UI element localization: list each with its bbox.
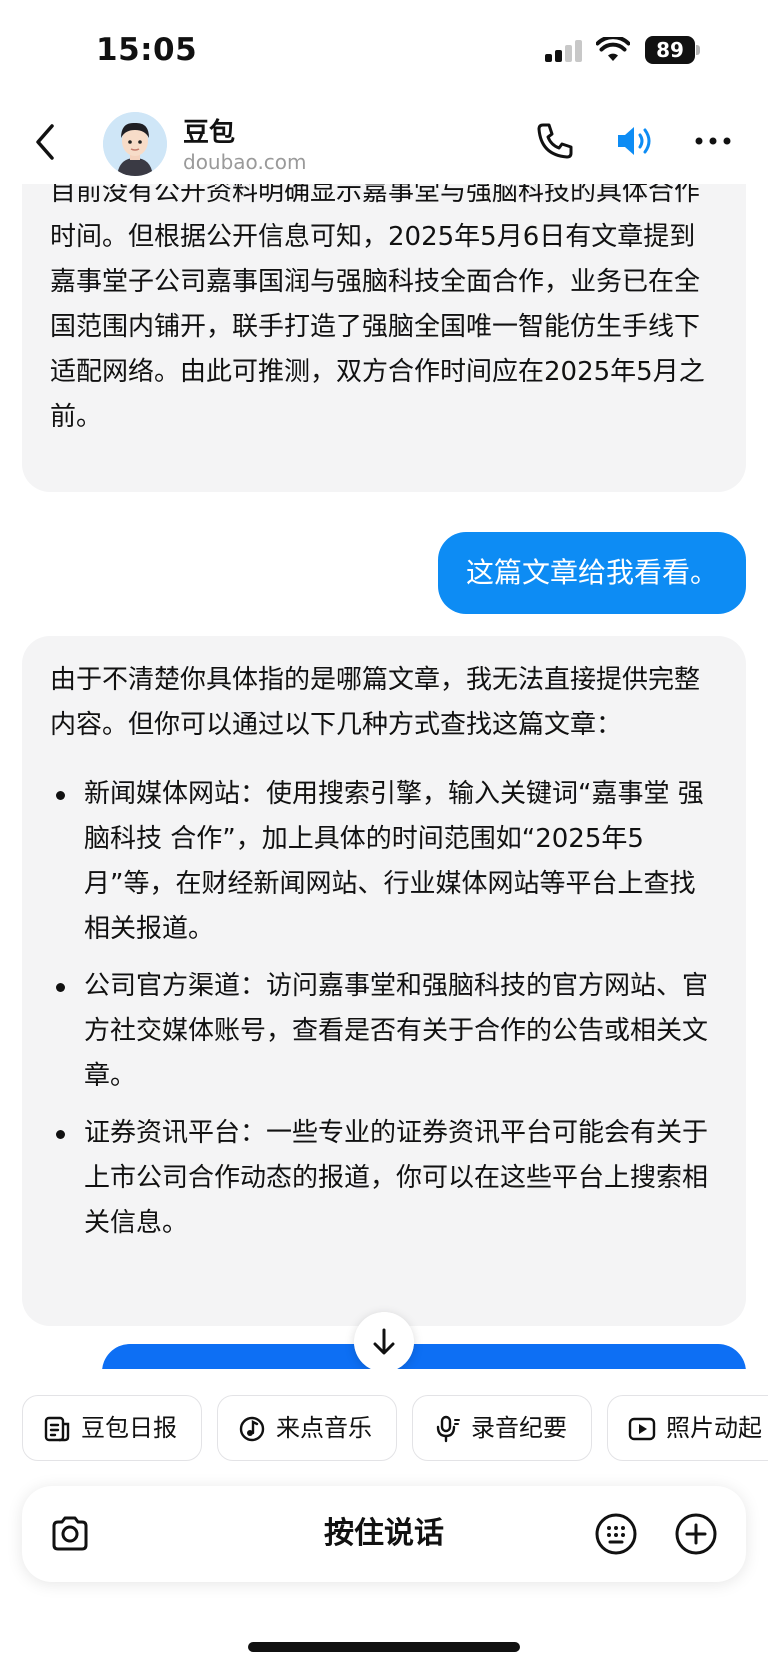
chip-label: 照片动起	[666, 1414, 762, 1442]
chat-header: 豆包 doubao.com	[0, 100, 768, 184]
chip-animate-photo[interactable]: 照片动起	[607, 1395, 768, 1461]
chip-daily-news[interactable]: 豆包日报	[22, 1395, 202, 1461]
chat-messages[interactable]: 目前没有公开资料明确显示嘉事堂与强脑科技的具体合作时间。但根据公开信息可知，20…	[0, 184, 768, 1369]
bot-domain: doubao.com	[183, 150, 307, 174]
add-icon[interactable]	[674, 1512, 718, 1556]
keyboard-icon[interactable]	[594, 1512, 638, 1556]
battery-level: 89	[645, 36, 695, 64]
chip-recording[interactable]: 录音纪要	[412, 1395, 592, 1461]
message-input-bar: 按住说话	[22, 1486, 746, 1582]
chip-label: 录音纪要	[471, 1414, 567, 1442]
play-video-icon	[628, 1417, 656, 1441]
chip-label: 来点音乐	[276, 1414, 372, 1442]
status-bar: 15:05 89	[0, 0, 768, 100]
user-message: 这篇文章给我看看。	[437, 532, 746, 614]
user-message-partial	[102, 1344, 746, 1369]
bot-avatar[interactable]	[103, 112, 167, 176]
bot-message: 由于不清楚你具体指的是哪篇文章，我无法直接提供完整内容。但你可以通过以下几种方式…	[22, 636, 746, 1326]
music-icon	[239, 1416, 265, 1442]
battery-icon: 89	[645, 36, 701, 64]
bot-name: 豆包	[183, 118, 236, 148]
chip-music[interactable]: 来点音乐	[217, 1395, 397, 1461]
chip-label: 豆包日报	[81, 1414, 177, 1442]
back-arrow-icon[interactable]	[30, 120, 60, 164]
speaker-icon[interactable]	[612, 118, 658, 164]
list-item: 新闻媒体网站：使用搜索引擎，输入关键词“嘉事堂 强脑科技 合作”，加上具体的时间…	[50, 772, 718, 952]
cellular-signal-icon	[545, 40, 585, 62]
camera-icon[interactable]	[48, 1512, 92, 1556]
wifi-icon	[596, 37, 630, 61]
home-indicator	[248, 1642, 520, 1652]
bot-message-list: 新闻媒体网站：使用搜索引擎，输入关键词“嘉事堂 强脑科技 合作”，加上具体的时间…	[50, 772, 718, 1246]
more-options-icon[interactable]	[690, 118, 736, 164]
status-time: 15:05	[96, 32, 198, 68]
phone-call-icon[interactable]	[532, 118, 578, 164]
quick-actions-bar[interactable]: 豆包日报 来点音乐 录音纪要 照片动起	[22, 1395, 768, 1461]
list-item: 证券资讯平台：一些专业的证券资讯平台可能会有关于上市公司合作动态的报道，你可以在…	[50, 1111, 718, 1246]
bot-message: 目前没有公开资料明确显示嘉事堂与强脑科技的具体合作时间。但根据公开信息可知，20…	[22, 184, 746, 492]
list-item: 公司官方渠道：访问嘉事堂和强脑科技的官方网站、官方社交媒体账号，查看是否有关于合…	[50, 964, 718, 1099]
bot-message-intro: 由于不清楚你具体指的是哪篇文章，我无法直接提供完整内容。但你可以通过以下几种方式…	[50, 665, 701, 740]
news-icon	[44, 1416, 70, 1442]
scroll-to-bottom-button[interactable]	[354, 1312, 414, 1369]
microphone-icon	[436, 1415, 460, 1443]
